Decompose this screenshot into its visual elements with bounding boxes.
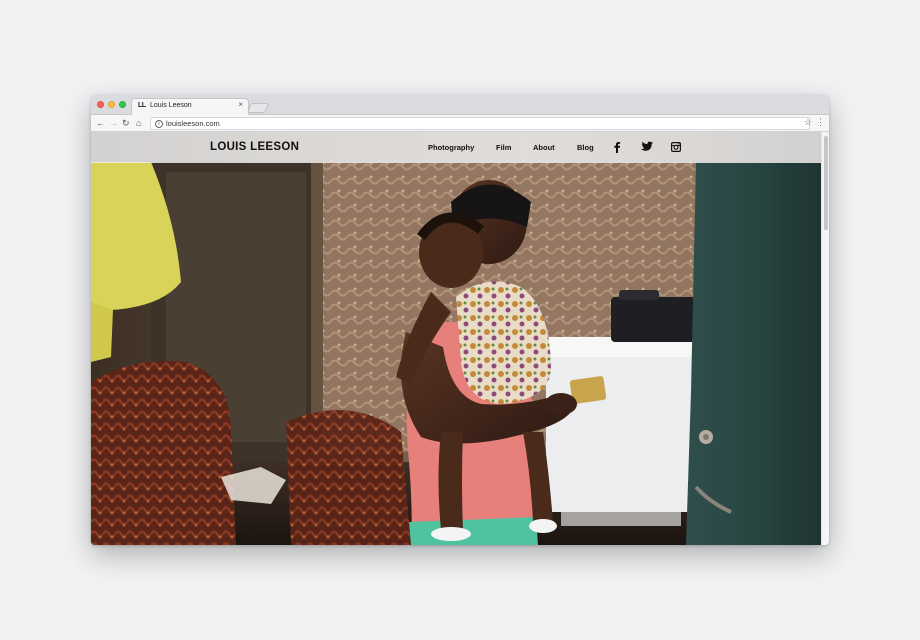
facebook-icon[interactable] [613,141,621,153]
favicon-icon: LL [138,102,146,109]
instagram-icon[interactable] [671,141,681,153]
back-arrow-icon[interactable]: ← [96,118,105,128]
scrollbar-thumb[interactable] [824,136,828,230]
minimize-window-button[interactable] [108,101,115,108]
twitter-icon[interactable] [639,141,653,153]
new-tab-button[interactable] [247,103,269,113]
browser-window: LL Louis Leeson × ← → ↻ ⌂ i louisleeson.… [91,95,829,545]
close-window-button[interactable] [97,101,104,108]
tab-strip: LL Louis Leeson × [91,95,829,115]
browser-menu-icon[interactable]: ⋮ [816,117,825,127]
maximize-window-button[interactable] [119,101,126,108]
address-bar[interactable]: i louisleeson.com [150,117,810,130]
site-logo[interactable]: LOUIS LEESON [210,141,299,153]
hero-photo [91,132,821,545]
nav-link-photography[interactable]: Photography [428,143,474,152]
vertical-scrollbar[interactable] [821,132,829,545]
nav-link-about[interactable]: About [533,143,555,152]
site-header: LOUIS LEESON Photography Film About Blog [91,132,821,163]
tab-title: Louis Leeson [150,102,192,109]
tab-close-icon[interactable]: × [238,101,243,109]
forward-arrow-icon[interactable]: → [109,118,118,128]
nav-link-blog[interactable]: Blog [577,143,594,152]
bookmark-star-icon[interactable]: ☆ [804,117,812,127]
url-text[interactable]: louisleeson.com [166,119,220,128]
info-icon[interactable]: i [155,120,163,128]
page-viewport: LOUIS LEESON Photography Film About Blog [91,132,829,545]
browser-tab[interactable]: LL Louis Leeson × [131,98,249,115]
reload-icon[interactable]: ↻ [122,118,130,128]
nav-link-film[interactable]: Film [496,143,511,152]
home-icon[interactable]: ⌂ [136,118,141,128]
browser-toolbar: ← → ↻ ⌂ i louisleeson.com ☆ ⋮ [91,115,829,132]
